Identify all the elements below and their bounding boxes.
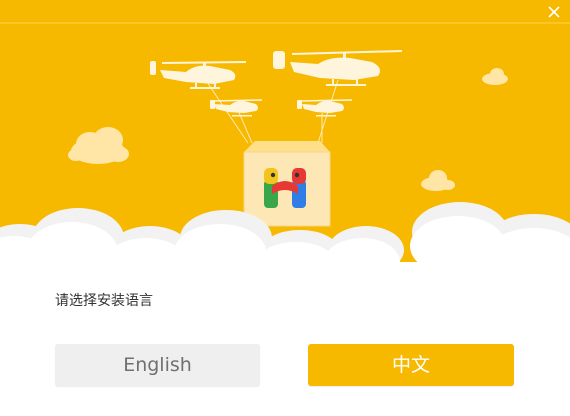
sky-cloud-right xyxy=(421,170,455,191)
sky-cloud-top-right xyxy=(482,68,508,85)
close-icon[interactable] xyxy=(544,2,564,22)
installer-window: 请选择安装语言 English 中文 xyxy=(0,0,570,416)
helicopter-small-right xyxy=(297,99,353,117)
english-button[interactable]: English xyxy=(55,344,260,386)
cloud-bank xyxy=(0,216,570,416)
helicopter-large-left xyxy=(150,61,247,89)
sky-cloud-left xyxy=(68,127,129,164)
language-prompt: 请选择安装语言 xyxy=(55,293,153,309)
helicopter-small-left xyxy=(210,99,263,117)
title-bar[interactable] xyxy=(0,0,570,24)
chinese-button[interactable]: 中文 xyxy=(308,344,514,386)
